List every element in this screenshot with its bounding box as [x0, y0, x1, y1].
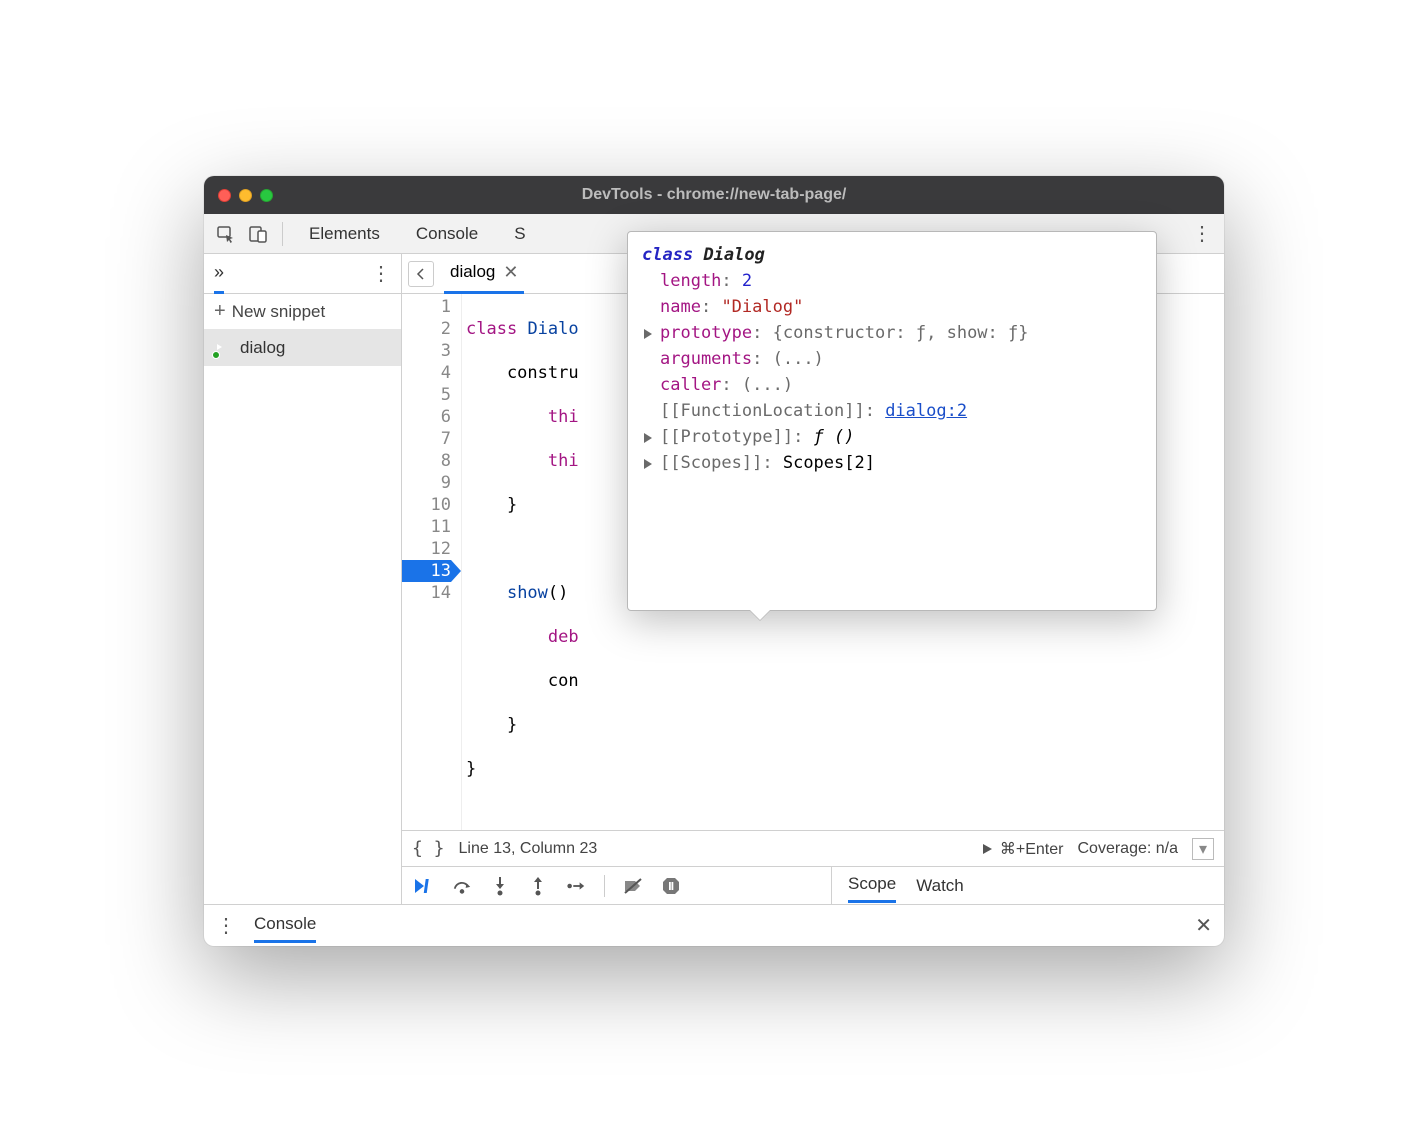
line-number: 5 [402, 384, 451, 406]
step-icon[interactable] [566, 878, 586, 894]
resume-icon[interactable] [414, 877, 434, 895]
devtools-window: DevTools - chrome://new-tab-page/ Elemen… [204, 176, 1224, 946]
line-number: 4 [402, 362, 451, 384]
line-number: 6 [402, 406, 451, 428]
drawer-close-icon[interactable]: ✕ [1195, 913, 1212, 938]
traffic-lights [218, 189, 273, 202]
coverage-toggle-icon[interactable]: ▾ [1192, 838, 1214, 860]
popover-row-caller[interactable]: caller: (...) [642, 372, 1142, 398]
line-number: 9 [402, 472, 451, 494]
step-over-icon[interactable] [452, 877, 472, 895]
line-number-current: 13 [402, 560, 451, 582]
editor-tab-label: dialog [450, 262, 495, 282]
plus-icon: + [214, 300, 226, 323]
line-number: 3 [402, 340, 451, 362]
close-tab-icon[interactable]: ✕ [503, 262, 518, 283]
format-icon[interactable]: { } [412, 838, 445, 859]
snippet-file-icon [214, 339, 232, 357]
pause-exceptions-icon[interactable] [661, 876, 681, 896]
line-number: 11 [402, 516, 451, 538]
popover-row-length[interactable]: length: 2 [642, 268, 1142, 294]
titlebar: DevTools - chrome://new-tab-page/ [204, 176, 1224, 214]
drawer-console-tab[interactable]: Console [254, 908, 316, 943]
sidebar-head: » ⋮ [204, 254, 401, 294]
sidebar: » ⋮ + New snippet dialog [204, 254, 402, 904]
popover-row-prototype[interactable]: prototype: {constructor: ƒ, show: ƒ} [642, 320, 1142, 346]
editor-tab-dialog[interactable]: dialog ✕ [444, 254, 524, 294]
window-title: DevTools - chrome://new-tab-page/ [204, 186, 1224, 204]
close-window-button[interactable] [218, 189, 231, 202]
device-toolbar-icon[interactable] [244, 220, 272, 248]
editor-statusbar: { } Line 13, Column 23 ⌘+Enter Coverage:… [402, 830, 1224, 866]
object-preview-popover: class Dialog length: 2 name: "Dialog" pr… [627, 231, 1157, 611]
minimize-window-button[interactable] [239, 189, 252, 202]
tab-watch[interactable]: Watch [916, 870, 964, 902]
line-number: 12 [402, 538, 451, 560]
popover-row-scopes[interactable]: [[Scopes]]: Scopes[2] [642, 450, 1142, 476]
inspect-element-icon[interactable] [212, 220, 240, 248]
line-number: 14 [402, 582, 451, 604]
tab-scope[interactable]: Scope [848, 868, 896, 903]
popover-row-arguments[interactable]: arguments: (...) [642, 346, 1142, 372]
maximize-window-button[interactable] [260, 189, 273, 202]
step-out-icon[interactable] [528, 876, 548, 896]
line-number: 1 [402, 296, 451, 318]
cursor-position: Line 13, Column 23 [459, 840, 598, 858]
tab-sources-truncated[interactable]: S [498, 216, 541, 252]
gutter: 1 2 3 4 5 6 7 8 9 10 11 12 13 14 [402, 294, 462, 830]
line-number: 7 [402, 428, 451, 450]
new-snippet-button[interactable]: + New snippet [204, 294, 401, 330]
line-number: 2 [402, 318, 451, 340]
snippet-item-dialog[interactable]: dialog [204, 330, 401, 366]
line-number: 10 [402, 494, 451, 516]
line-number: 8 [402, 450, 451, 472]
new-snippet-label: New snippet [232, 302, 326, 322]
run-snippet-button[interactable]: ⌘+Enter [980, 839, 1064, 859]
popover-title: class Dialog [642, 242, 1142, 268]
drawer-more-icon[interactable]: ⋮ [216, 913, 236, 938]
tab-elements[interactable]: Elements [293, 216, 396, 252]
nav-back-button[interactable] [408, 261, 434, 287]
popover-row-functionlocation[interactable]: [[FunctionLocation]]: dialog:2 [642, 398, 1142, 424]
divider [604, 875, 605, 897]
sidebar-tabs-overflow[interactable]: » [214, 254, 224, 294]
snippet-name: dialog [240, 338, 285, 358]
coverage-label: Coverage: n/a [1077, 840, 1178, 858]
debugger-toolbar: Scope Watch [402, 866, 1224, 904]
more-menu-icon[interactable]: ⋮ [1188, 220, 1216, 248]
divider [282, 222, 283, 246]
step-into-icon[interactable] [490, 876, 510, 896]
popover-row-name[interactable]: name: "Dialog" [642, 294, 1142, 320]
tab-console[interactable]: Console [400, 216, 494, 252]
popover-row-prototype-internal[interactable]: [[Prototype]]: ƒ () [642, 424, 1142, 450]
sidebar-more-icon[interactable]: ⋮ [371, 261, 391, 286]
deactivate-breakpoints-icon[interactable] [623, 877, 643, 895]
console-drawer: ⋮ Console ✕ [204, 904, 1224, 946]
play-icon [980, 842, 994, 856]
